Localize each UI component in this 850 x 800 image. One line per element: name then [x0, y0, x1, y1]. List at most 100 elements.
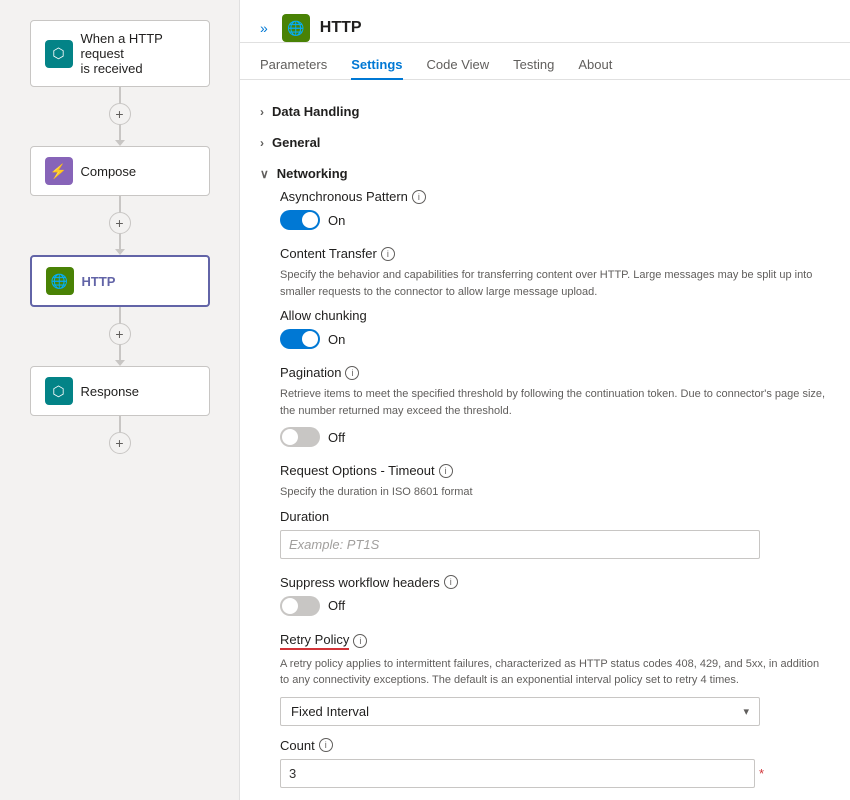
- content-transfer-toggle[interactable]: [280, 329, 320, 349]
- response-node[interactable]: ⬡ Response: [30, 366, 210, 416]
- retry-policy-field: Retry Policy i A retry policy applies to…: [280, 632, 830, 800]
- panel-header: » 🌐 HTTP: [240, 0, 850, 43]
- networking-chevron: ∨: [260, 167, 269, 181]
- suppress-headers-label: Suppress workflow headers i: [280, 575, 830, 590]
- retry-policy-label: Retry Policy i: [280, 632, 830, 650]
- content-transfer-knob: [302, 331, 318, 347]
- request-timeout-desc: Specify the duration in ISO 8601 format: [280, 484, 830, 501]
- http-label: HTTP: [82, 274, 116, 289]
- settings-panel: » 🌐 HTTP Parameters Settings Code View T…: [240, 0, 850, 800]
- content-transfer-label: Content Transfer i: [280, 246, 830, 261]
- retry-policy-dropdown[interactable]: Fixed Interval ▾: [280, 697, 760, 726]
- duration-input[interactable]: [280, 530, 760, 559]
- pagination-field: Pagination i Retrieve items to meet the …: [280, 365, 830, 447]
- general-section[interactable]: › General: [260, 127, 830, 158]
- data-handling-section[interactable]: › Data Handling: [260, 96, 830, 127]
- pagination-toggle-label: Off: [328, 430, 345, 445]
- pagination-desc: Retrieve items to meet the specified thr…: [280, 386, 830, 419]
- count-label: Count i: [280, 738, 830, 753]
- pagination-toggle-row: Off: [280, 427, 830, 447]
- trigger-label: When a HTTP requestis received: [81, 31, 195, 76]
- tab-parameters[interactable]: Parameters: [260, 51, 327, 80]
- panel-content: › Data Handling › General ∨ Networking A…: [240, 80, 850, 800]
- suppress-headers-knob: [282, 598, 298, 614]
- suppress-headers-toggle[interactable]: [280, 596, 320, 616]
- tab-testing[interactable]: Testing: [513, 51, 554, 80]
- networking-content: Asynchronous Pattern i On Content Transf…: [260, 189, 830, 800]
- suppress-headers-info[interactable]: i: [444, 575, 458, 589]
- response-icon: ⬡: [45, 377, 73, 405]
- panel-header-icon: 🌐: [282, 14, 310, 42]
- content-transfer-toggle-row: On: [280, 329, 830, 349]
- async-pattern-info[interactable]: i: [412, 190, 426, 204]
- http-node[interactable]: 🌐 HTTP: [30, 255, 210, 307]
- tab-settings[interactable]: Settings: [351, 51, 402, 80]
- async-pattern-toggle[interactable]: [280, 210, 320, 230]
- async-pattern-field: Asynchronous Pattern i On: [280, 189, 830, 230]
- pagination-knob: [282, 429, 298, 445]
- workflow-panel: ⬡ When a HTTP requestis received + ⚡ Com…: [0, 0, 240, 800]
- retry-policy-info[interactable]: i: [353, 634, 367, 648]
- connector-4: +: [109, 416, 131, 454]
- request-timeout-info[interactable]: i: [439, 464, 453, 478]
- data-handling-chevron: ›: [260, 105, 264, 119]
- duration-label: Duration: [280, 509, 830, 524]
- panel-title: HTTP: [320, 19, 830, 37]
- connector-line-7: [119, 416, 121, 432]
- allow-chunking-label: Allow chunking: [280, 308, 830, 323]
- data-handling-label: Data Handling: [272, 104, 359, 119]
- count-group: Count i *: [280, 738, 830, 788]
- async-pattern-label: Asynchronous Pattern i: [280, 189, 830, 204]
- count-info[interactable]: i: [319, 738, 333, 752]
- count-input-row: *: [280, 759, 764, 788]
- compose-label: Compose: [81, 164, 137, 179]
- suppress-headers-field: Suppress workflow headers i Off: [280, 575, 830, 616]
- request-timeout-field: Request Options - Timeout i Specify the …: [280, 463, 830, 559]
- connector-line-5: [119, 307, 121, 323]
- request-timeout-label: Request Options - Timeout i: [280, 463, 830, 478]
- connector-1: +: [109, 87, 131, 146]
- retry-policy-dropdown-value: Fixed Interval: [291, 704, 369, 719]
- content-transfer-info[interactable]: i: [381, 247, 395, 261]
- async-pattern-knob: [302, 212, 318, 228]
- compose-node[interactable]: ⚡ Compose: [30, 146, 210, 196]
- trigger-node[interactable]: ⬡ When a HTTP requestis received: [30, 20, 210, 87]
- connector-2: +: [109, 196, 131, 255]
- connector-line-4: [119, 234, 121, 250]
- add-step-4[interactable]: +: [109, 432, 131, 454]
- count-input[interactable]: [280, 759, 755, 788]
- collapse-button[interactable]: »: [260, 20, 268, 36]
- tab-code-view[interactable]: Code View: [427, 51, 490, 80]
- add-step-3[interactable]: +: [109, 323, 131, 345]
- retry-policy-desc: A retry policy applies to intermittent f…: [280, 656, 830, 689]
- connector-line-6: [119, 345, 121, 361]
- tab-bar: Parameters Settings Code View Testing Ab…: [240, 43, 850, 80]
- general-label: General: [272, 135, 320, 150]
- response-label: Response: [81, 384, 140, 399]
- async-pattern-toggle-label: On: [328, 213, 345, 228]
- content-transfer-toggle-label: On: [328, 332, 345, 347]
- retry-policy-label-text: Retry Policy: [280, 632, 349, 650]
- connector-3: +: [109, 307, 131, 366]
- connector-line-2: [119, 125, 121, 141]
- add-step-2[interactable]: +: [109, 212, 131, 234]
- networking-section-header[interactable]: ∨ Networking: [260, 158, 830, 189]
- add-step-1[interactable]: +: [109, 103, 131, 125]
- connector-line: [119, 87, 121, 103]
- async-pattern-toggle-row: On: [280, 210, 830, 230]
- trigger-icon: ⬡: [45, 40, 73, 68]
- count-required: *: [759, 766, 764, 781]
- suppress-headers-toggle-label: Off: [328, 598, 345, 613]
- retry-policy-dropdown-chevron: ▾: [743, 705, 749, 718]
- general-chevron: ›: [260, 136, 264, 150]
- pagination-info[interactable]: i: [345, 366, 359, 380]
- content-transfer-desc: Specify the behavior and capabilities fo…: [280, 267, 830, 300]
- suppress-headers-toggle-row: Off: [280, 596, 830, 616]
- connector-line-3: [119, 196, 121, 212]
- pagination-toggle[interactable]: [280, 427, 320, 447]
- pagination-label: Pagination i: [280, 365, 830, 380]
- networking-label: Networking: [277, 166, 348, 181]
- tab-about[interactable]: About: [578, 51, 612, 80]
- http-icon: 🌐: [46, 267, 74, 295]
- content-transfer-field: Content Transfer i Specify the behavior …: [280, 246, 830, 349]
